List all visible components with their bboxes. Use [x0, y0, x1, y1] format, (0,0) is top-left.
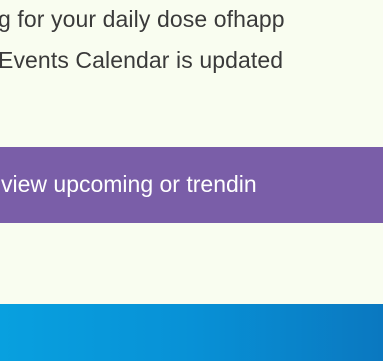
intro-text-line-2: Events Calendar is updated	[0, 47, 284, 73]
view-events-button-label: view upcoming or trendin	[1, 171, 257, 197]
view-events-button[interactable]: view upcoming or trendin	[0, 147, 383, 223]
footer-banner	[0, 304, 383, 361]
page: g for your daily dose ofhapp Events Cale…	[0, 0, 383, 361]
intro-text-line-1: g for your daily dose ofhapp	[0, 6, 285, 32]
